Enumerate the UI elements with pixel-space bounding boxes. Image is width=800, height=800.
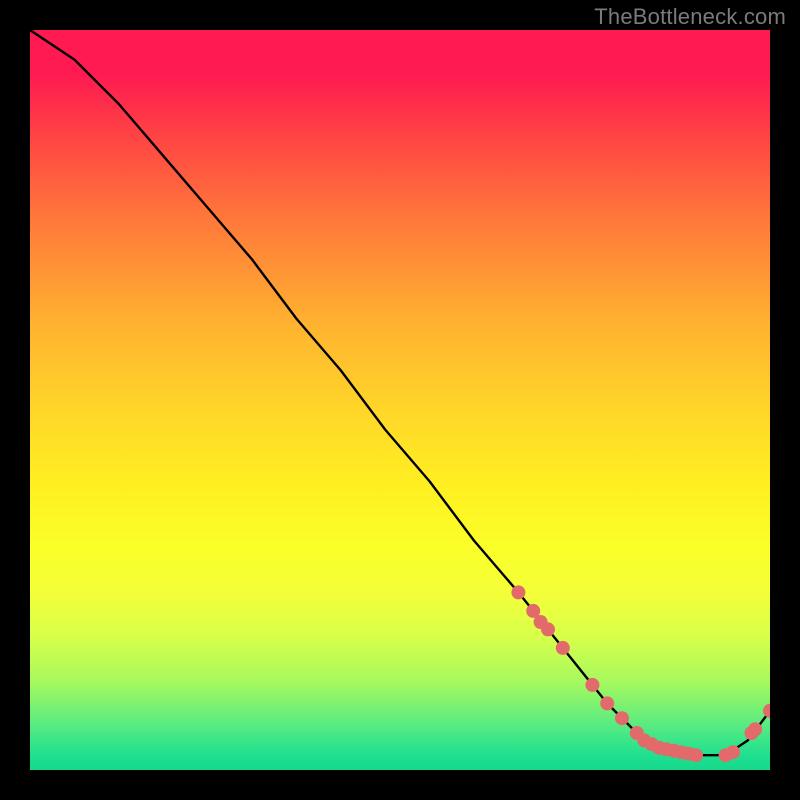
curve-line <box>30 30 770 755</box>
chart-plot-area <box>30 30 770 770</box>
chart-frame: TheBottleneck.com <box>0 0 800 800</box>
data-point <box>511 585 525 599</box>
data-point <box>556 641 570 655</box>
watermark-text: TheBottleneck.com <box>594 4 786 30</box>
data-point <box>615 711 629 725</box>
data-point <box>689 748 703 762</box>
data-point <box>726 745 740 759</box>
data-point <box>585 678 599 692</box>
data-point <box>541 622 555 636</box>
data-point <box>600 696 614 710</box>
data-point <box>763 704 770 718</box>
chart-svg <box>30 30 770 770</box>
data-point <box>748 722 762 736</box>
